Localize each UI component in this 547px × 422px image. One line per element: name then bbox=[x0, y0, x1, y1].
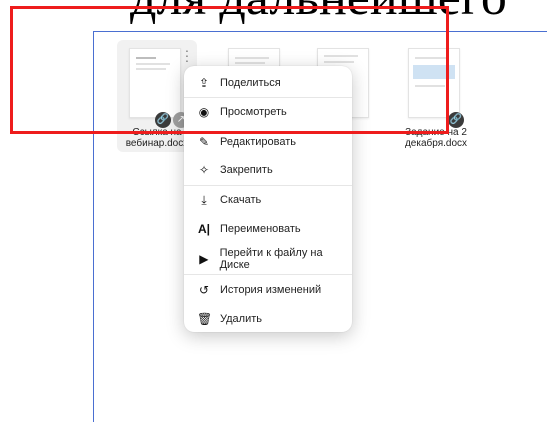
menu-divider bbox=[184, 185, 352, 186]
pin-icon: ✧ bbox=[198, 163, 210, 177]
menu-item-go-to-file[interactable]: ▶ Перейти к файлу на Диске bbox=[184, 247, 352, 271]
menu-item-rename[interactable]: A| Переименовать bbox=[184, 218, 352, 240]
trash-icon: 🗑 bbox=[197, 312, 213, 326]
download-icon: ⤓ bbox=[201, 192, 207, 207]
menu-item-pin[interactable]: ✧ Закрепить bbox=[184, 159, 352, 181]
link-icon: 🔗 bbox=[448, 112, 464, 128]
menu-item-history[interactable]: ↺ История изменений bbox=[184, 279, 352, 301]
annotation-highlight bbox=[10, 6, 449, 134]
go-to-file-icon: ▶ bbox=[199, 252, 209, 266]
history-icon: ↺ bbox=[198, 283, 210, 297]
menu-item-delete[interactable]: 🗑 Удалить bbox=[184, 308, 352, 330]
rename-icon: A| bbox=[197, 222, 211, 236]
menu-item-download[interactable]: ⤓ Скачать bbox=[184, 189, 352, 211]
menu-item-edit[interactable]: ✎ Редактировать bbox=[184, 131, 352, 153]
pencil-icon: ✎ bbox=[198, 135, 210, 149]
menu-divider bbox=[184, 274, 352, 275]
